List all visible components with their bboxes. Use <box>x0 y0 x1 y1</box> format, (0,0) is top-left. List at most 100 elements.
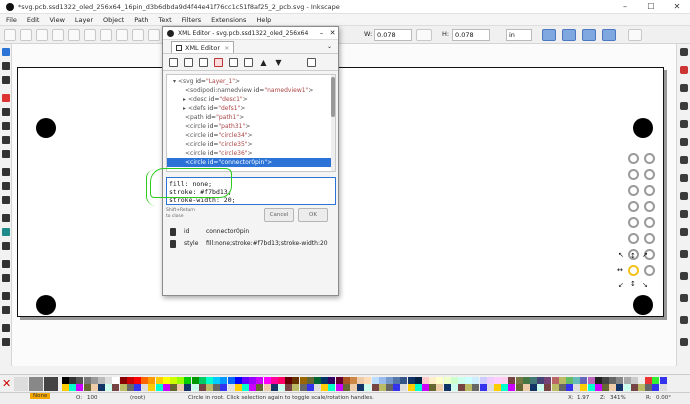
flip-horizontal-button[interactable] <box>100 29 112 41</box>
palette-swatch[interactable] <box>508 377 516 384</box>
no-paint-icon[interactable]: ✕ <box>2 377 12 391</box>
connector-pin[interactable] <box>628 169 639 180</box>
palette-swatch[interactable] <box>587 377 595 384</box>
palette-swatch[interactable] <box>299 377 307 384</box>
palette-swatch[interactable] <box>551 377 559 384</box>
snap-centers-icon[interactable] <box>680 156 688 164</box>
palette-swatch[interactable] <box>472 377 480 384</box>
palette-swatch[interactable] <box>206 384 213 391</box>
indent-node-icon[interactable] <box>244 57 253 67</box>
palette-swatch[interactable] <box>407 384 415 391</box>
cancel-button[interactable]: Cancel <box>264 208 294 222</box>
palette-swatch[interactable] <box>458 377 465 384</box>
palette-swatch[interactable] <box>378 377 386 384</box>
palette-swatch[interactable] <box>234 384 242 391</box>
layout-toggle-icon[interactable] <box>307 57 316 67</box>
palette-swatch[interactable] <box>342 384 350 391</box>
delete-node-icon[interactable] <box>214 57 223 67</box>
palette-swatch[interactable] <box>170 377 177 384</box>
star-tool-icon[interactable] <box>2 136 10 144</box>
palette-swatch[interactable] <box>558 377 566 384</box>
palette-swatch[interactable] <box>602 377 609 384</box>
palette-swatch[interactable] <box>587 384 595 391</box>
deselect-button[interactable] <box>52 29 64 41</box>
palette-swatch[interactable] <box>551 384 559 391</box>
palette-swatch[interactable] <box>537 384 545 391</box>
palette-swatch[interactable] <box>76 377 84 384</box>
palette-swatch[interactable] <box>479 384 487 391</box>
palette-swatch[interactable] <box>580 377 588 384</box>
palette-swatch[interactable] <box>44 377 58 391</box>
palette-swatch[interactable] <box>198 377 206 384</box>
palette-swatch[interactable] <box>371 384 379 391</box>
palette-swatch[interactable] <box>83 377 91 384</box>
palette-swatch[interactable] <box>213 377 221 384</box>
palette-swatch[interactable] <box>256 384 264 391</box>
dialog-minimize-button[interactable]: – <box>316 29 327 37</box>
palette-swatch[interactable] <box>306 377 314 384</box>
attribute-value[interactable]: fill:none;stroke:#f7bd13;stroke-width:20 <box>206 239 328 249</box>
xml-tree-node[interactable]: <circle id="circle34"> <box>167 131 333 140</box>
palette-swatch[interactable] <box>321 384 329 391</box>
select-all-button[interactable] <box>20 29 32 41</box>
palette-swatch[interactable] <box>342 377 350 384</box>
palette-swatch[interactable] <box>270 377 278 384</box>
pcb-outline[interactable]: ↖ ↕ ↗ ↔ ↙ ↕ ↘ <box>17 67 664 317</box>
xml-tree-node[interactable]: ▾ <svg id="Layer_1"> <box>167 77 333 86</box>
snap-others-icon[interactable] <box>680 272 688 280</box>
mounting-hole-top-left[interactable] <box>36 118 56 138</box>
lower-node-icon[interactable]: ▼ <box>274 58 283 67</box>
palette-swatch[interactable] <box>414 384 422 391</box>
palette-swatch[interactable] <box>486 384 494 391</box>
palette-swatch[interactable] <box>148 384 156 391</box>
palette-swatch[interactable] <box>443 384 451 391</box>
snap-grid-icon[interactable] <box>680 192 688 200</box>
connector-pin[interactable] <box>628 217 639 228</box>
snap-perpendicular-icon[interactable] <box>680 294 688 302</box>
pencil-tool-icon[interactable] <box>2 182 10 190</box>
scale-handle-n-icon[interactable]: ↕ <box>630 253 636 260</box>
palette-swatch[interactable] <box>630 384 638 391</box>
palette-swatch[interactable] <box>602 384 609 391</box>
palette-swatch[interactable] <box>141 377 149 384</box>
palette-swatch[interactable] <box>177 384 185 391</box>
palette-swatch[interactable] <box>90 384 98 391</box>
mounting-hole-bottom-right[interactable] <box>633 295 653 315</box>
spiral-tool-icon[interactable] <box>2 150 10 158</box>
palette-swatch[interactable] <box>314 377 321 384</box>
raise-to-top-button[interactable] <box>132 29 144 41</box>
rotate-ccw-button[interactable] <box>68 29 80 41</box>
palette-swatch[interactable] <box>105 384 113 391</box>
palette-swatch[interactable] <box>436 377 444 384</box>
palette-swatch[interactable] <box>227 384 235 391</box>
move-patterns-toggle[interactable] <box>602 29 616 41</box>
scale-stroke-toggle[interactable] <box>542 29 556 41</box>
opacity-value[interactable]: 100 <box>87 395 98 401</box>
scale-handle-se-icon[interactable]: ↘ <box>642 282 648 289</box>
menu-filters[interactable]: Filters <box>182 16 201 24</box>
menu-view[interactable]: View <box>49 16 64 24</box>
palette-swatch[interactable] <box>148 377 156 384</box>
palette-swatch[interactable] <box>14 377 28 391</box>
connector-pin[interactable] <box>644 233 655 244</box>
palette-swatch[interactable] <box>155 377 163 384</box>
palette-swatch[interactable] <box>530 384 537 391</box>
palette-swatch[interactable] <box>270 384 278 391</box>
maximize-button[interactable]: ☐ <box>638 0 664 14</box>
palette-swatch[interactable] <box>328 377 336 384</box>
palette-swatch[interactable] <box>177 377 185 384</box>
tweak-tool-icon[interactable] <box>2 76 10 84</box>
connector-pin[interactable] <box>628 153 639 164</box>
dropper-tool-icon[interactable] <box>2 292 10 300</box>
palette-swatch[interactable] <box>285 384 293 391</box>
palette-swatch[interactable] <box>357 377 365 384</box>
eraser-tool-icon[interactable] <box>2 324 10 332</box>
palette-swatch[interactable] <box>249 384 257 391</box>
palette-swatch[interactable] <box>638 377 645 384</box>
palette-swatch[interactable] <box>119 377 127 384</box>
gradient-tool-icon[interactable] <box>2 228 10 236</box>
current-layer[interactable]: (root) <box>130 395 145 401</box>
palette-swatch[interactable] <box>162 384 170 391</box>
palette-swatch[interactable] <box>400 377 408 384</box>
palette-swatch[interactable] <box>515 377 523 384</box>
